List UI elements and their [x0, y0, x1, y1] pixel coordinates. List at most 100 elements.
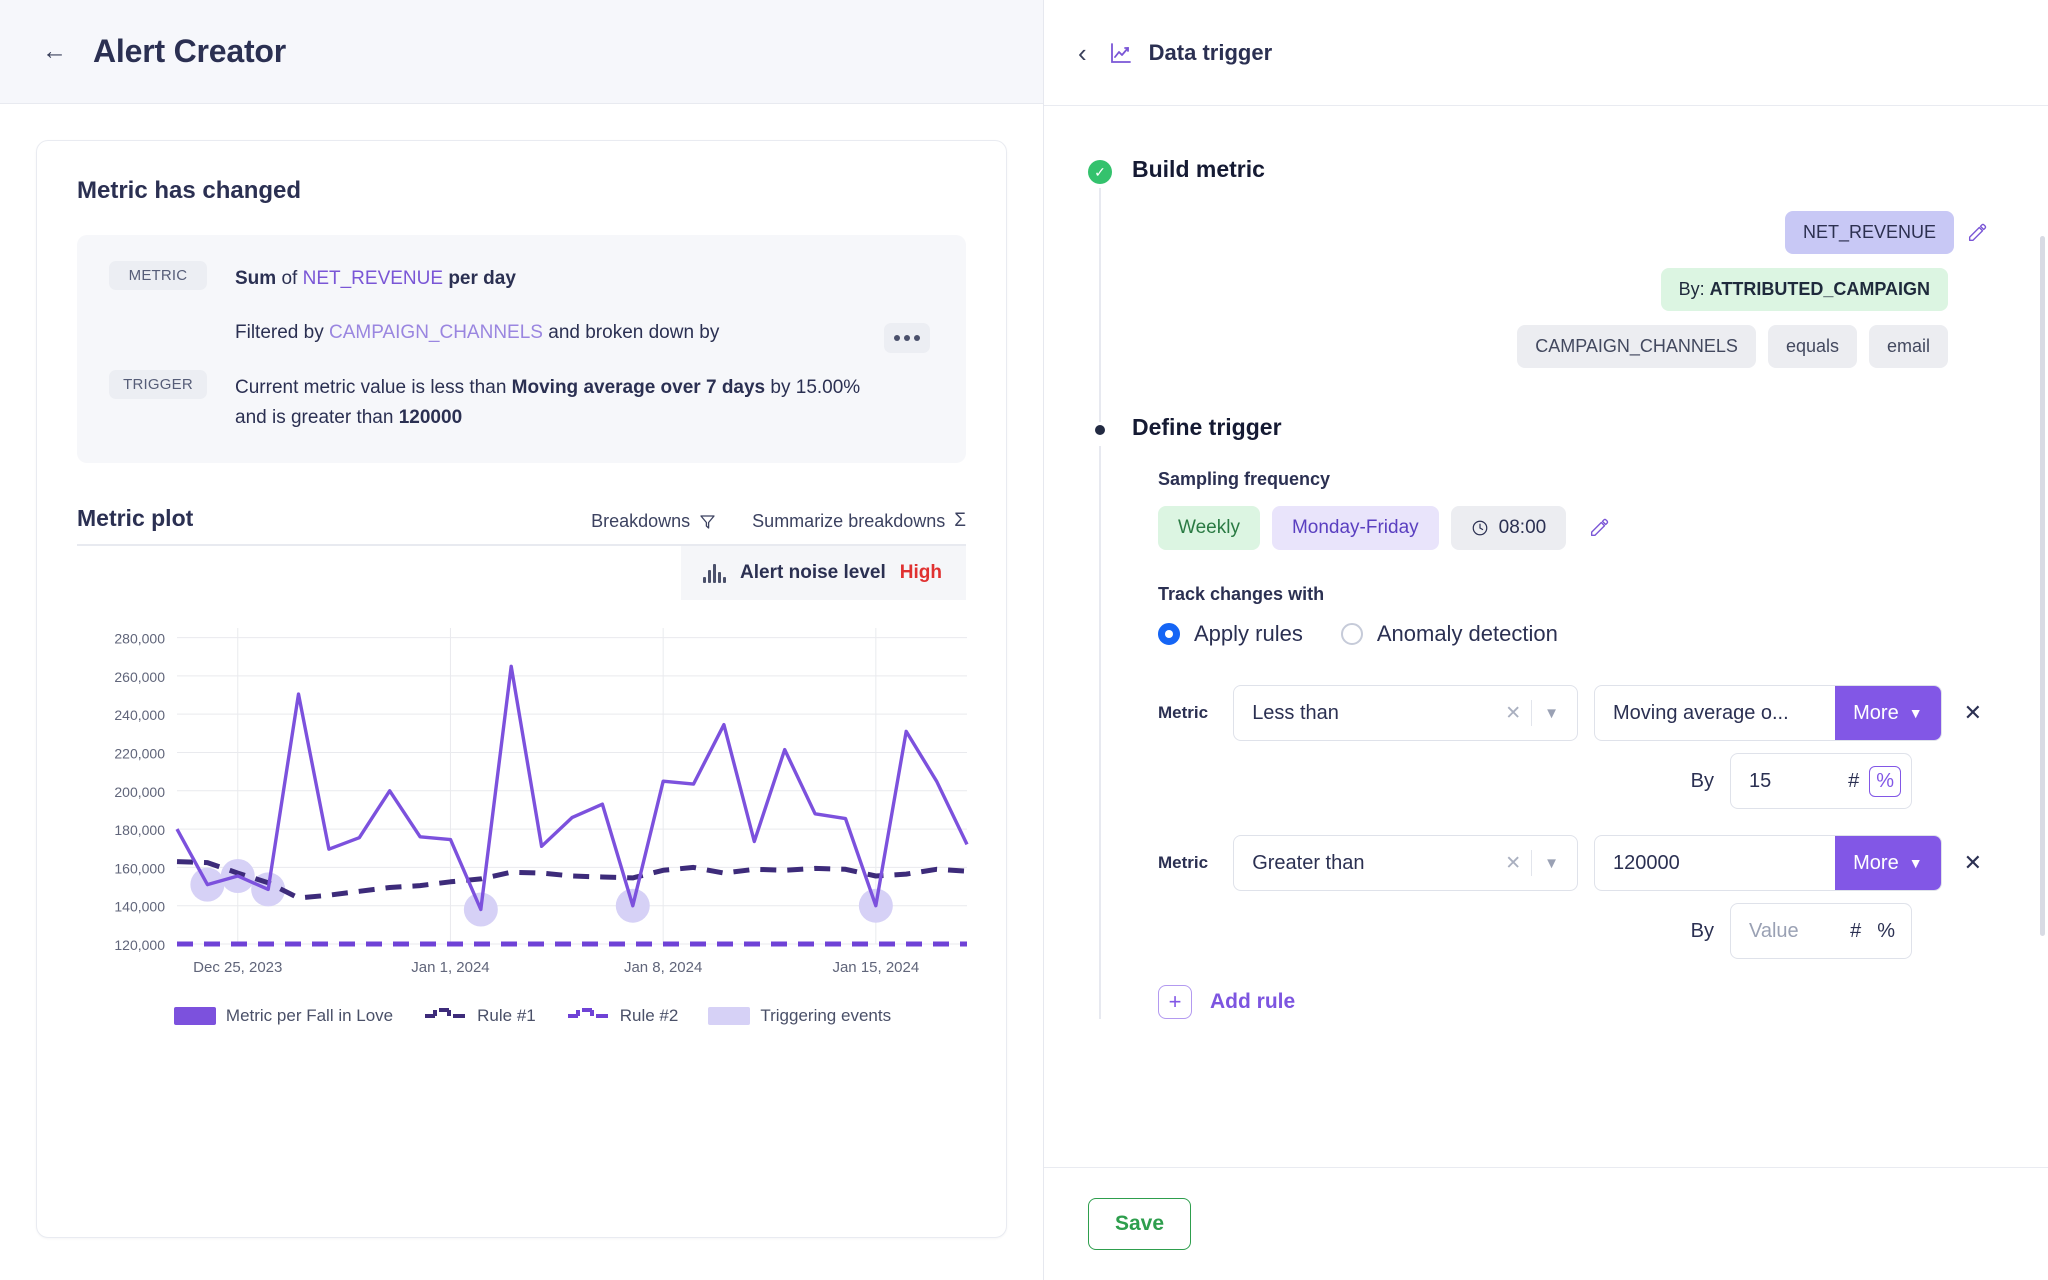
panel-heading: Data trigger	[1109, 40, 1272, 66]
metric-agg: Sum	[235, 268, 277, 289]
add-rule-label: Add rule	[1210, 990, 1296, 1013]
rule-2-metric-label: Metric	[1158, 853, 1209, 872]
rule-2-by-label: By	[1690, 919, 1714, 942]
noise-value: High	[899, 562, 942, 583]
plot-actions: Breakdowns Summarize breakdowns Σ	[591, 510, 966, 532]
rule-row-2: Metric Greater than ✕ ▼ 120000 More ▼ ✕	[1158, 835, 1988, 891]
rule-1-more-button[interactable]: More ▼	[1835, 686, 1941, 740]
summary-trigger-row: TRIGGER Current metric value is less tha…	[109, 370, 934, 433]
metric-of: of	[281, 268, 298, 289]
define-trigger-body: Sampling frequency Weekly Monday-Friday …	[1132, 441, 1988, 1019]
metric-card: Metric has changed METRIC Sum of NET_REV…	[36, 140, 1007, 1238]
build-metric-body: NET_REVENUE By: ATTRIBUTED_CAMPAIGN CAMP…	[1132, 183, 1988, 368]
trigger2-pre: and is greater than	[235, 407, 394, 428]
breakdowns-button[interactable]: Breakdowns	[591, 511, 716, 532]
time-pill[interactable]: 08:00	[1450, 506, 1567, 550]
radio-apply-rules[interactable]: Apply rules	[1158, 621, 1303, 647]
check-circle-icon: ✓	[1088, 160, 1112, 184]
plot-header: Metric plot Breakdowns Summarize breakdo…	[77, 505, 966, 546]
metric-period: per day	[448, 268, 516, 289]
rule-1-by-row: By 15 # %	[1158, 753, 1988, 809]
rule-2-by-input[interactable]: Value # %	[1730, 903, 1912, 959]
frequency-pill[interactable]: Weekly	[1158, 506, 1260, 550]
x-axis-tick-label: Dec 25, 2023	[193, 959, 282, 976]
chart-series-line	[175, 664, 969, 912]
rule-2-remove-button[interactable]: ✕	[1958, 850, 1988, 876]
rule-2-unit-percent[interactable]: %	[1871, 917, 1901, 946]
y-axis-tick-label: 160,000	[114, 860, 165, 876]
alert-noise-level: Alert noise level High	[681, 546, 966, 600]
rule-1-by-value: 15	[1749, 769, 1772, 792]
summarize-breakdowns-button[interactable]: Summarize breakdowns Σ	[752, 510, 966, 532]
rule-1-target[interactable]: Moving average o... More ▼	[1594, 685, 1942, 741]
sampling-frequency-label: Sampling frequency	[1158, 469, 1331, 489]
rule-2-more-button[interactable]: More ▼	[1835, 836, 1941, 890]
ellipsis-icon	[894, 335, 900, 341]
legend-item[interactable]: Triggering events	[708, 1006, 891, 1026]
summary-metric-row: METRIC Sum of NET_REVENUE per day Filter…	[109, 261, 934, 348]
close-icon[interactable]: ✕	[1495, 702, 1531, 725]
app-root: ← Alert Creator Metric has changed METRI…	[0, 0, 2048, 1280]
breakdown-chip[interactable]: By: ATTRIBUTED_CAMPAIGN	[1660, 268, 1948, 311]
legend-item[interactable]: Rule #2	[566, 1004, 679, 1027]
arrow-left-icon[interactable]: ←	[42, 39, 67, 64]
chevron-left-icon[interactable]: ‹	[1078, 40, 1087, 66]
rule-2-unit-hash[interactable]: #	[1844, 917, 1867, 946]
chevron-down-icon: ▼	[1908, 855, 1923, 871]
filter-operator-chip[interactable]: equals	[1767, 325, 1857, 368]
metric-tag: METRIC	[109, 261, 207, 290]
legend-label: Metric per Fall in Love	[225, 1005, 394, 1025]
y-axis-tick-label: 180,000	[114, 822, 165, 838]
metric-filter-pre: Filtered by	[235, 322, 324, 343]
days-pill[interactable]: Monday-Friday	[1271, 506, 1439, 550]
y-axis-tick-label: 260,000	[114, 669, 165, 685]
rule-2-target[interactable]: 120000 More ▼	[1594, 835, 1942, 891]
legend-item[interactable]: Rule #1	[423, 1004, 536, 1027]
add-rule-button[interactable]: + Add rule	[1158, 985, 1988, 1019]
track-changes-options: Apply rules Anomaly detection	[1158, 621, 1988, 647]
step-define-trigger: Define trigger Sampling frequency Weekly…	[1088, 414, 1988, 1019]
filter-field-chip[interactable]: CAMPAIGN_CHANNELS	[1517, 325, 1756, 368]
close-icon[interactable]: ✕	[1495, 852, 1531, 875]
filter-icon	[700, 514, 715, 529]
chart-legend: Metric per Fall in Love Rule #1 Rule #2 Tri…	[77, 1004, 966, 1027]
summary-box: METRIC Sum of NET_REVENUE per day Filter…	[77, 235, 966, 463]
rule-1-by-label: By	[1690, 769, 1714, 792]
x-axis-tick-label: Jan 15, 2024	[832, 959, 919, 976]
metric-field: NET_REVENUE	[302, 268, 444, 289]
radio-anomaly-detection[interactable]: Anomaly detection	[1340, 621, 1558, 647]
rule-2-operator-select[interactable]: Greater than ✕ ▼	[1233, 835, 1579, 891]
filter-value-chip[interactable]: email	[1868, 325, 1948, 368]
metric-chart: 120,000 140,000 160,000 180,000 200,000 220,0…	[77, 614, 969, 1027]
legend-label: Rule #2	[619, 1005, 679, 1025]
breakdown-prefix: By:	[1678, 279, 1710, 299]
rule-1-operator-select[interactable]: Less than ✕ ▼	[1233, 685, 1579, 741]
edit-icon[interactable]	[1588, 517, 1610, 539]
rule-1-remove-button[interactable]: ✕	[1958, 700, 1988, 726]
rule-2-by-placeholder: Value	[1749, 919, 1799, 942]
rule-1-target-value: Moving average o...	[1613, 701, 1789, 724]
save-button[interactable]: Save	[1088, 1198, 1192, 1250]
rule-1-by-input[interactable]: 15 # %	[1730, 753, 1912, 809]
legend-item[interactable]: Metric per Fall in Love	[173, 1005, 394, 1026]
more-options-button[interactable]	[884, 323, 930, 353]
scrollbar[interactable]	[2040, 236, 2045, 936]
metric-description: Sum of NET_REVENUE per day Filtered by C…	[235, 261, 719, 348]
rule-1-unit-percent[interactable]: %	[1869, 765, 1901, 797]
chevron-down-icon[interactable]: ▼	[1532, 855, 1571, 872]
y-axis-tick-label: 280,000	[114, 631, 165, 647]
metric-chip[interactable]: NET_REVENUE	[1784, 211, 1954, 254]
edit-icon[interactable]	[1966, 222, 1988, 244]
right-header: ‹ Data trigger	[1044, 0, 2048, 106]
rule-2-operator-value: Greater than	[1252, 851, 1365, 874]
y-axis-tick-label: 200,000	[114, 784, 165, 800]
panel-title: Data trigger	[1148, 39, 1273, 65]
right-footer: Save	[1044, 1168, 2048, 1280]
rule-1-unit-hash[interactable]: #	[1842, 767, 1865, 796]
breakdowns-label: Breakdowns	[591, 510, 691, 531]
metric-filter-post: and broken down by	[548, 322, 720, 343]
chevron-down-icon[interactable]: ▼	[1532, 705, 1571, 722]
trigger-post: by 15.00%	[770, 377, 861, 398]
chart-line-icon	[1110, 42, 1131, 63]
